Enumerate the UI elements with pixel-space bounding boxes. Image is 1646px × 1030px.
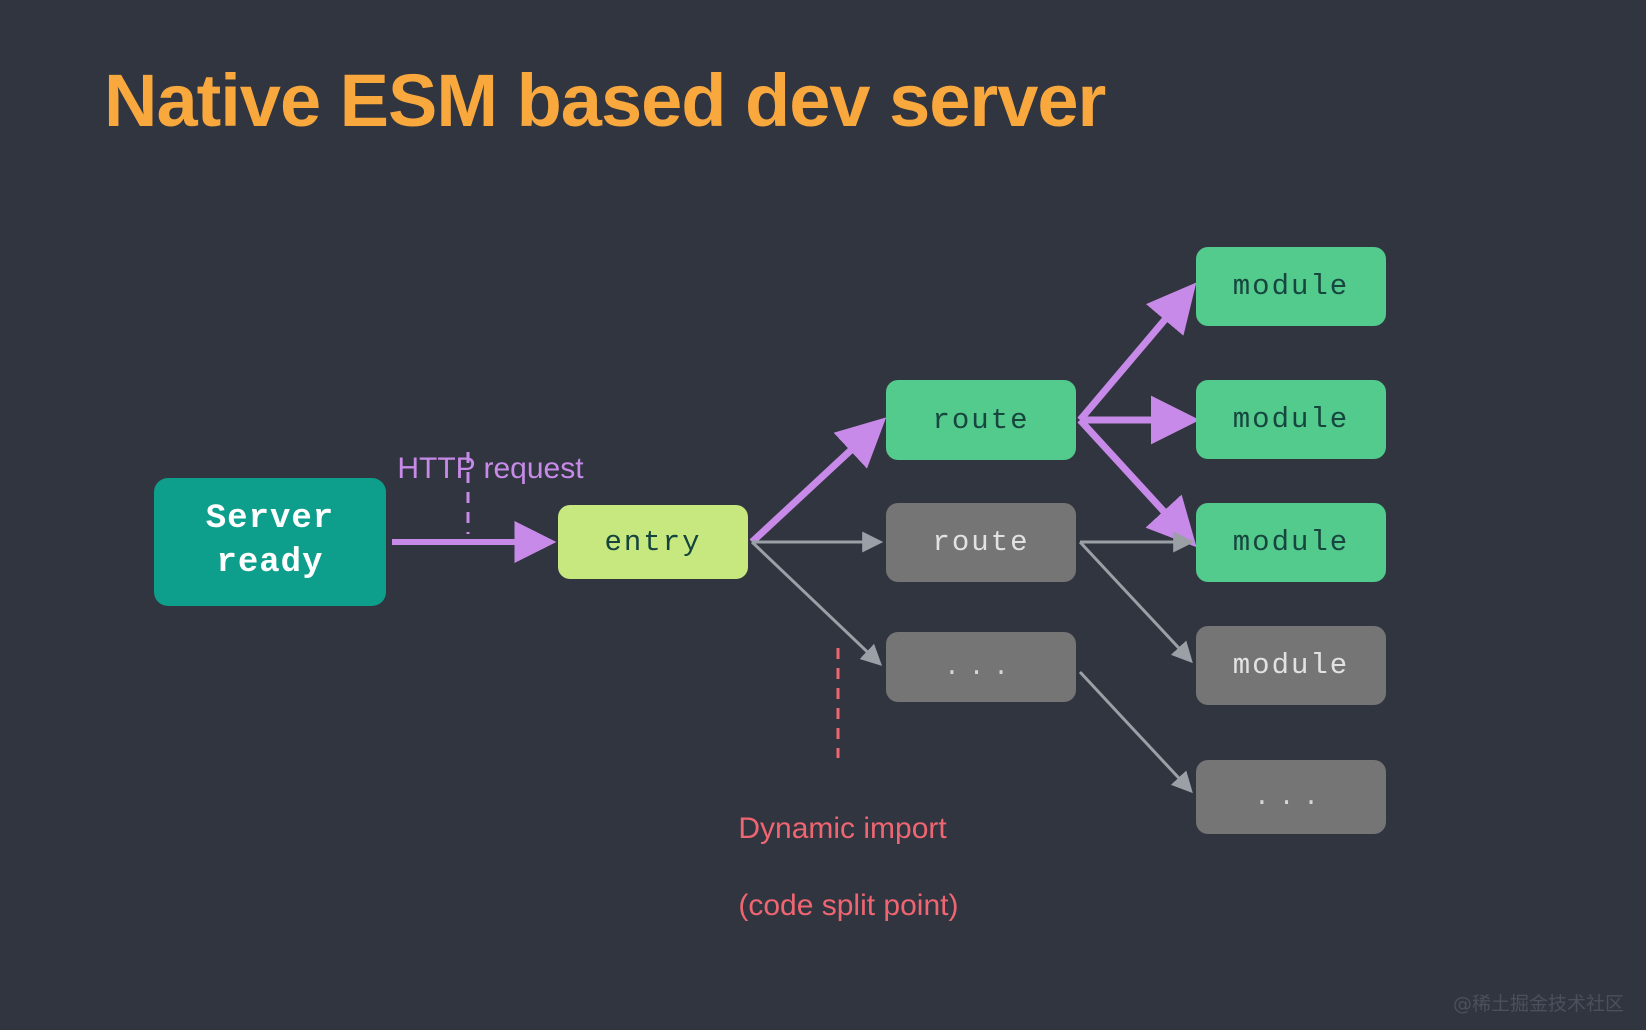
node-server-ready[interactable]: Server ready: [154, 478, 386, 606]
annotation-http-request: HTTP request: [364, 412, 584, 527]
annotation-dynamic-import-line-2: (code split point): [738, 889, 958, 922]
connector-route-to-module-1: [1080, 290, 1190, 420]
annotation-dynamic-import: Dynamic import (code split point): [705, 772, 958, 964]
connector-route-to-module-3: [1080, 420, 1190, 540]
node-module-2-label: module: [1233, 403, 1349, 436]
node-entry[interactable]: entry: [558, 505, 748, 579]
server-ready-line-2: ready: [216, 544, 323, 582]
node-route-active[interactable]: route: [886, 380, 1076, 460]
node-route-active-label: route: [932, 404, 1029, 437]
node-module-5[interactable]: ...: [1196, 760, 1386, 834]
connector-entry-to-route-active: [752, 424, 879, 542]
annotation-dynamic-import-line-1: Dynamic import: [738, 812, 946, 845]
node-route-inactive-label: route: [932, 526, 1029, 559]
annotation-http-request-text: HTTP request: [397, 452, 583, 485]
node-route-ellipsis[interactable]: ...: [886, 632, 1076, 702]
connector-route-inactive-to-module-4: [1080, 542, 1190, 660]
node-module-1-label: module: [1233, 270, 1349, 303]
connector-route-ellipsis-to-module-5: [1080, 672, 1190, 790]
server-ready-line-1: Server: [206, 500, 334, 538]
node-module-3-label: module: [1233, 526, 1349, 559]
slide-canvas: Native ESM based dev server: [0, 0, 1646, 1030]
node-module-1[interactable]: module: [1196, 247, 1386, 326]
node-module-2[interactable]: module: [1196, 380, 1386, 459]
node-module-4[interactable]: module: [1196, 626, 1386, 705]
watermark: @稀土掘金技术社区: [1453, 989, 1624, 1016]
node-route-ellipsis-label: ...: [944, 652, 1018, 682]
node-route-inactive[interactable]: route: [886, 503, 1076, 582]
node-server-ready-label: Server ready: [206, 498, 334, 585]
node-module-4-label: module: [1233, 649, 1349, 682]
node-entry-label: entry: [604, 526, 701, 559]
node-module-3[interactable]: module: [1196, 503, 1386, 582]
connector-entry-to-route-ellipsis: [752, 542, 879, 663]
node-module-5-label: ...: [1254, 782, 1328, 812]
